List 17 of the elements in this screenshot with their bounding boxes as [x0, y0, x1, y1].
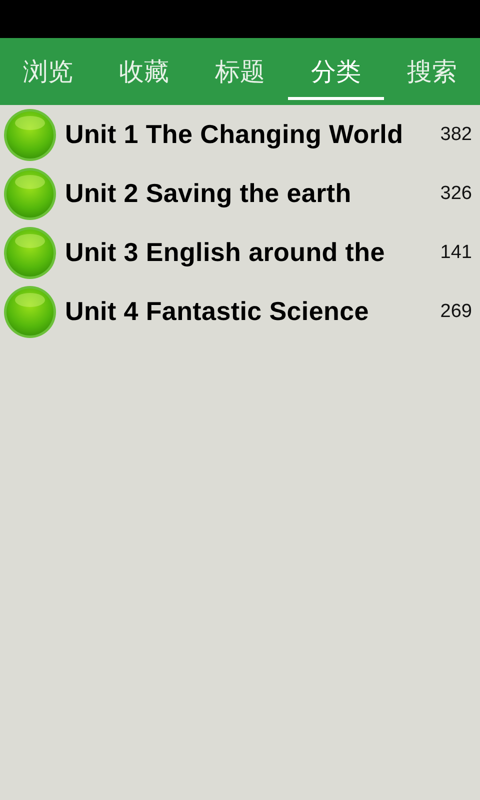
tab[interactable]: 标题	[192, 38, 288, 105]
ball-icon	[3, 226, 57, 280]
item-count: 141	[440, 242, 472, 264]
item-count: 269	[440, 300, 472, 322]
item-count: 326	[440, 182, 472, 204]
item-count: 382	[440, 124, 472, 146]
ball-icon	[3, 284, 57, 338]
category-title[interactable]: Unit 2 Saving the earth	[65, 178, 432, 209]
category-title[interactable]: Unit 4 Fantastic Science	[65, 296, 432, 327]
tab[interactable]: 分类	[288, 38, 384, 105]
tab[interactable]: 搜索	[384, 38, 480, 105]
tab[interactable]: 收藏	[96, 38, 192, 105]
ball-icon	[3, 166, 57, 220]
ball-icon	[3, 108, 57, 162]
category-title[interactable]: Unit 1 The Changing World	[65, 119, 432, 150]
tab[interactable]: 浏览	[0, 38, 96, 105]
category-title[interactable]: Unit 3 English around the	[65, 237, 432, 268]
